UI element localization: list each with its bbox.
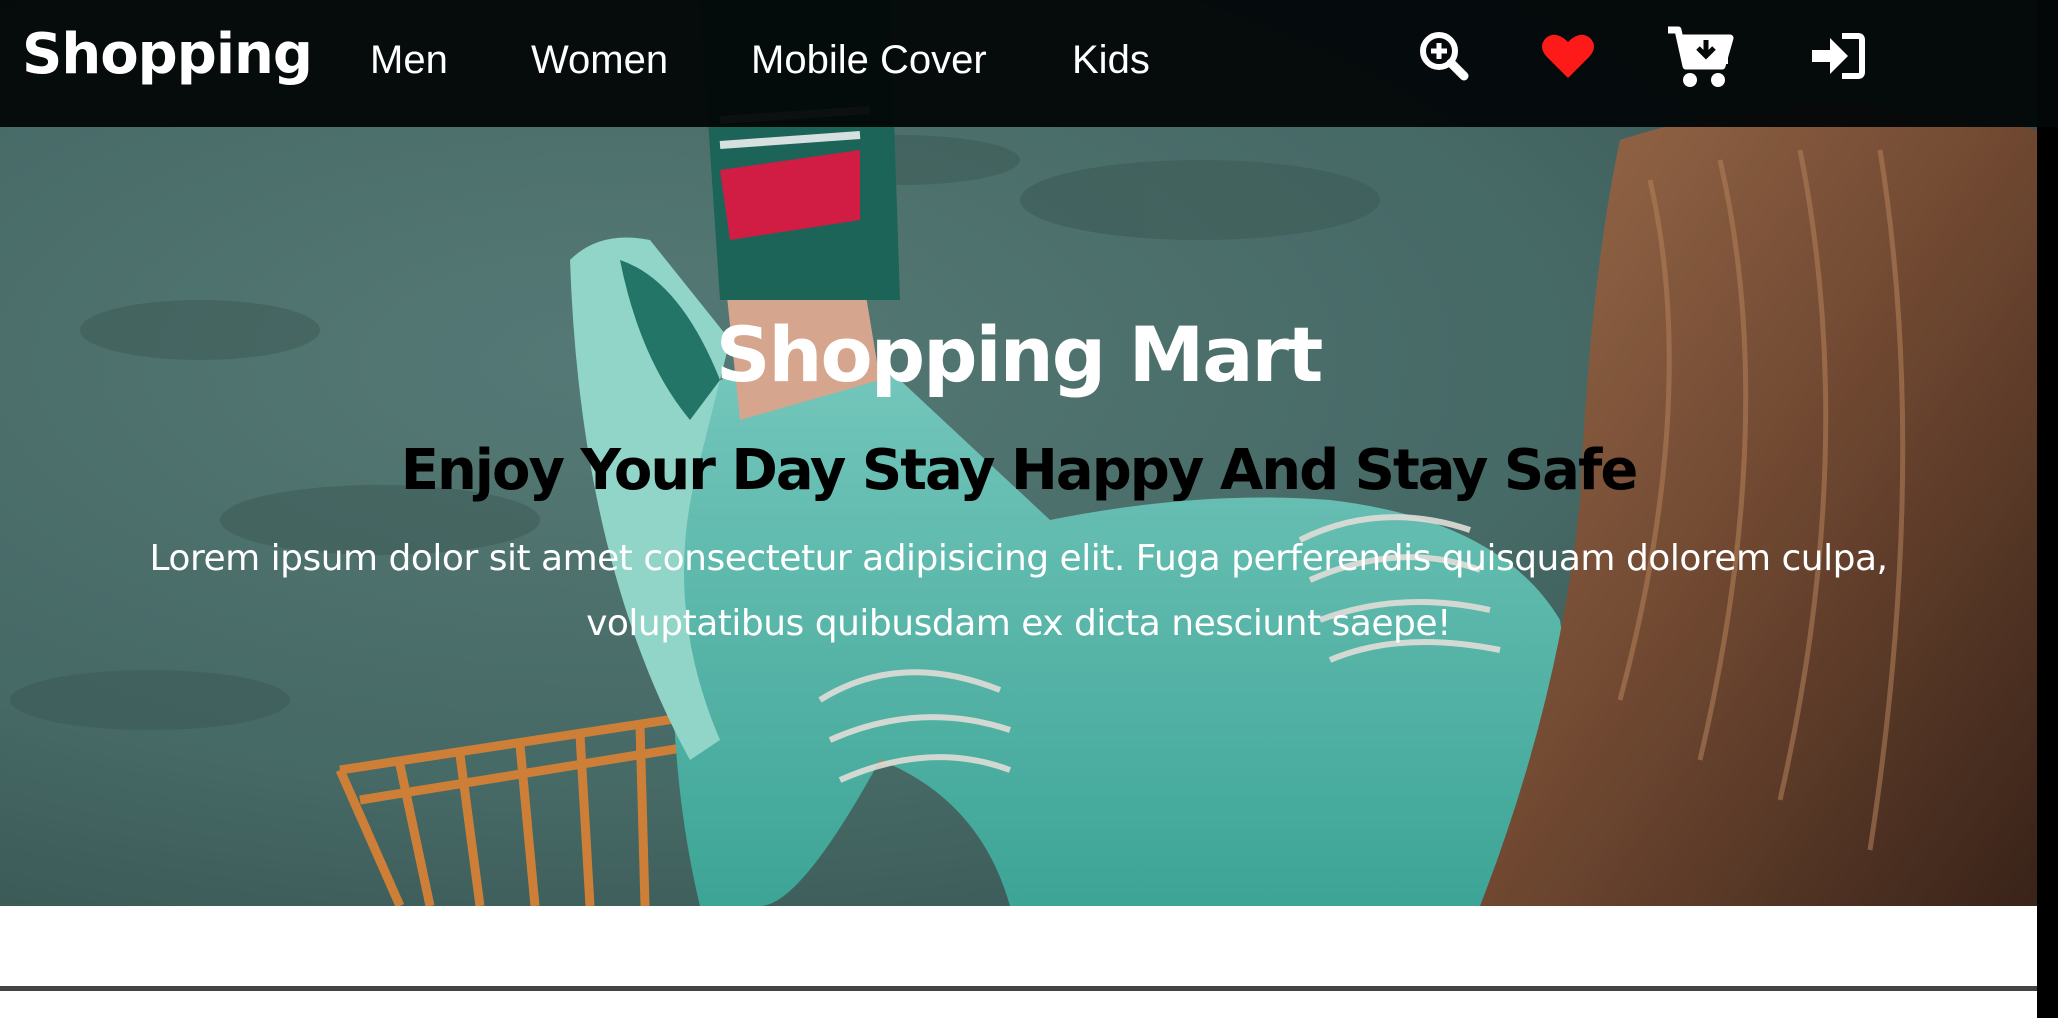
nav-link-kids[interactable]: Kids — [1072, 38, 1150, 83]
hero-title: Shopping Mart — [715, 310, 1324, 399]
cart-download-icon[interactable] — [1664, 22, 1734, 92]
nav-link-women[interactable]: Women — [531, 38, 668, 83]
page-edge — [2037, 0, 2058, 1018]
hero-section: Shopping Mart Enjoy Your Day Stay Happy … — [0, 0, 2037, 906]
navbar: Shopping Men Women Mobile Cover Kids — [0, 0, 2058, 127]
brand-logo[interactable]: Shopping — [22, 22, 313, 87]
hero-subtitle: Enjoy Your Day Stay Happy And Stay Safe — [400, 438, 1639, 503]
hero-description: Lorem ipsum dolor sit amet consectetur a… — [149, 538, 1888, 644]
nav-link-mobile-cover[interactable]: Mobile Cover — [751, 38, 987, 83]
page: Shopping Mart Enjoy Your Day Stay Happy … — [0, 0, 2058, 1018]
section-divider — [0, 986, 2037, 991]
nav-link-men[interactable]: Men — [370, 38, 448, 83]
heart-icon[interactable] — [1538, 26, 1598, 86]
sign-in-icon[interactable] — [1808, 26, 1868, 86]
zoom-in-icon[interactable] — [1414, 26, 1474, 86]
